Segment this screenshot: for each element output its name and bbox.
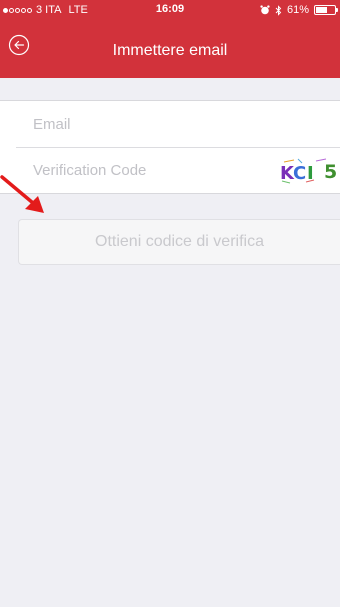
svg-text:I: I	[307, 163, 314, 184]
app-screen: 3 ITA LTE 16:09 61% Immettere email Emai…	[0, 0, 340, 607]
svg-text:C: C	[293, 163, 306, 184]
battery-percent: 61%	[286, 4, 309, 16]
status-right: 61%	[260, 3, 338, 17]
battery-icon	[314, 5, 338, 15]
red-arrow-annotation-icon	[0, 175, 44, 213]
captcha-image[interactable]: K C I 5	[276, 156, 340, 186]
status-bar: 3 ITA LTE 16:09 61%	[0, 0, 340, 20]
get-verification-code-button[interactable]: Ottieni codice di verifica	[18, 219, 340, 265]
bluetooth-icon	[275, 4, 282, 16]
svg-text:5: 5	[324, 161, 337, 183]
email-row	[0, 101, 340, 147]
email-field[interactable]	[33, 101, 253, 147]
alarm-clock-icon	[260, 5, 270, 15]
navigation-bar: Immettere email	[0, 20, 340, 78]
verification-code-field[interactable]	[33, 147, 253, 193]
app-header: 3 ITA LTE 16:09 61% Immettere email	[0, 0, 340, 78]
page-title: Immettere email	[112, 42, 228, 59]
